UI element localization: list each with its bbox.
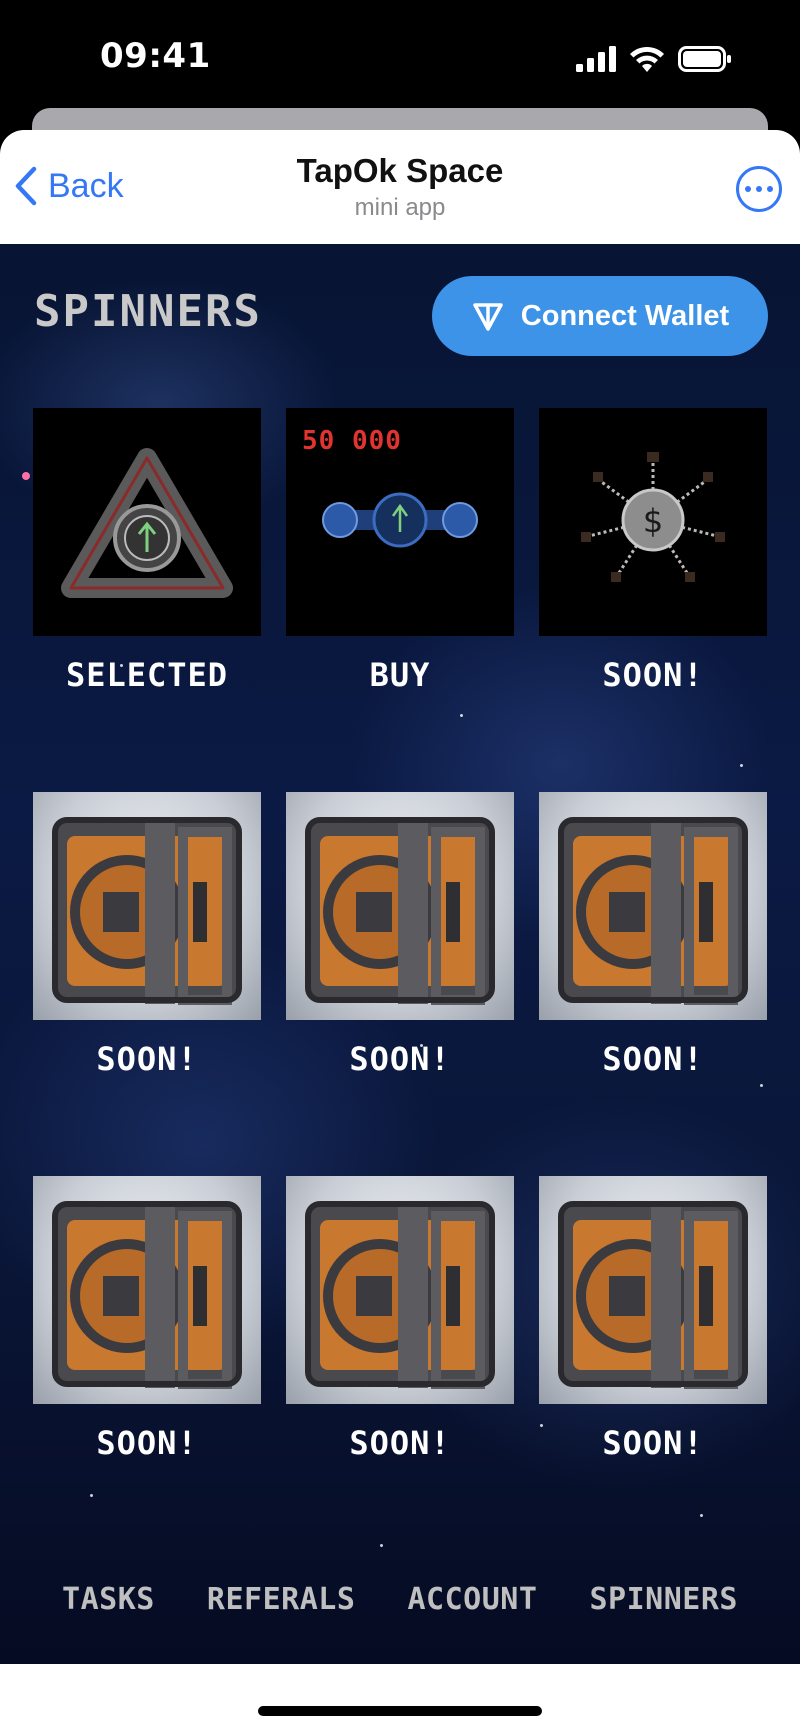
status-time: 09:41 bbox=[100, 36, 211, 76]
crate-image bbox=[286, 792, 514, 1020]
crate-image bbox=[539, 792, 767, 1020]
home-indicator[interactable] bbox=[258, 1706, 542, 1716]
connect-wallet-label: Connect Wallet bbox=[520, 299, 730, 332]
dollar-spinner-image: $ bbox=[539, 408, 767, 636]
star bbox=[22, 472, 30, 480]
spinner-card-dollar[interactable]: $ SOON! bbox=[539, 408, 767, 694]
status-bar: 09:41 bbox=[0, 0, 800, 112]
app-title: TapOk Space bbox=[296, 152, 504, 189]
card-label: BUY bbox=[369, 656, 431, 694]
card-label: SOON! bbox=[602, 1040, 704, 1078]
crate-card[interactable]: SOON! bbox=[539, 792, 767, 1078]
card-label: SOON! bbox=[349, 1424, 451, 1462]
signal-icon bbox=[576, 46, 616, 72]
connect-wallet-button[interactable]: Connect Wallet bbox=[432, 276, 768, 356]
more-dot bbox=[756, 186, 762, 192]
main-content: SPINNERS Connect Wallet SELECTED 50 000 bbox=[0, 244, 800, 1664]
star bbox=[90, 1494, 93, 1497]
star bbox=[740, 764, 743, 767]
crate-image bbox=[539, 1176, 767, 1404]
home-indicator-area bbox=[0, 1664, 800, 1734]
more-options-button[interactable] bbox=[736, 166, 782, 212]
spinner-card-selected[interactable]: SELECTED bbox=[33, 408, 261, 694]
star bbox=[700, 1514, 703, 1517]
bar-spinner-image: 50 000 bbox=[286, 408, 514, 636]
crate-card[interactable]: SOON! bbox=[286, 792, 514, 1078]
app-subtitle: mini app bbox=[354, 194, 446, 221]
crate-card[interactable]: SOON! bbox=[539, 1176, 767, 1462]
card-label: SOON! bbox=[96, 1424, 198, 1462]
wifi-icon bbox=[630, 46, 664, 72]
crate-card[interactable]: SOON! bbox=[33, 792, 261, 1078]
card-label: SOON! bbox=[96, 1040, 198, 1078]
svg-text:$: $ bbox=[643, 502, 663, 540]
card-label: SELECTED bbox=[65, 656, 229, 694]
more-dot bbox=[745, 186, 751, 192]
app-header: Back TapOk Space mini app bbox=[0, 130, 800, 244]
nav-tasks[interactable]: TASKS bbox=[62, 1582, 155, 1617]
status-icons bbox=[576, 44, 732, 72]
page-title: SPINNERS bbox=[34, 286, 262, 337]
card-label: SOON! bbox=[602, 1424, 704, 1462]
nav-referals[interactable]: REFERALS bbox=[207, 1582, 356, 1617]
card-label: SOON! bbox=[602, 656, 704, 694]
more-dot bbox=[767, 186, 773, 192]
nav-spinners[interactable]: SPINNERS bbox=[589, 1582, 738, 1617]
star bbox=[460, 714, 463, 717]
crate-image bbox=[286, 1176, 514, 1404]
crate-image bbox=[33, 1176, 261, 1404]
crate-card[interactable]: SOON! bbox=[286, 1176, 514, 1462]
crate-image bbox=[33, 792, 261, 1020]
price-label: 50 000 bbox=[302, 426, 402, 456]
card-label: SOON! bbox=[349, 1040, 451, 1078]
star bbox=[380, 1544, 383, 1547]
star bbox=[760, 1084, 763, 1087]
triangle-spinner-image bbox=[33, 408, 261, 636]
ton-icon bbox=[473, 303, 503, 331]
spinner-card-buy[interactable]: 50 000 BUY bbox=[286, 408, 514, 694]
battery-icon bbox=[678, 46, 731, 72]
nav-account[interactable]: ACCOUNT bbox=[407, 1582, 537, 1617]
bottom-nav: TASKS REFERALS ACCOUNT SPINNERS bbox=[0, 1582, 800, 1617]
crate-card[interactable]: SOON! bbox=[33, 1176, 261, 1462]
